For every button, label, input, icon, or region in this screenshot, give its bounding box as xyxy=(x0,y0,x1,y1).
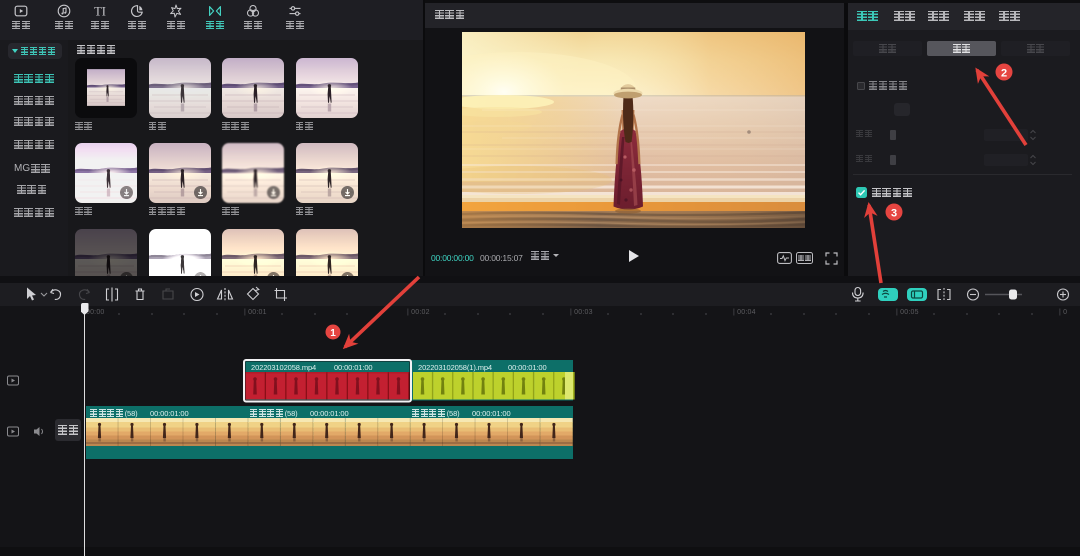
svg-text:1: 1 xyxy=(330,328,336,339)
svg-text:3: 3 xyxy=(891,208,897,220)
svg-text:2: 2 xyxy=(1001,68,1007,80)
